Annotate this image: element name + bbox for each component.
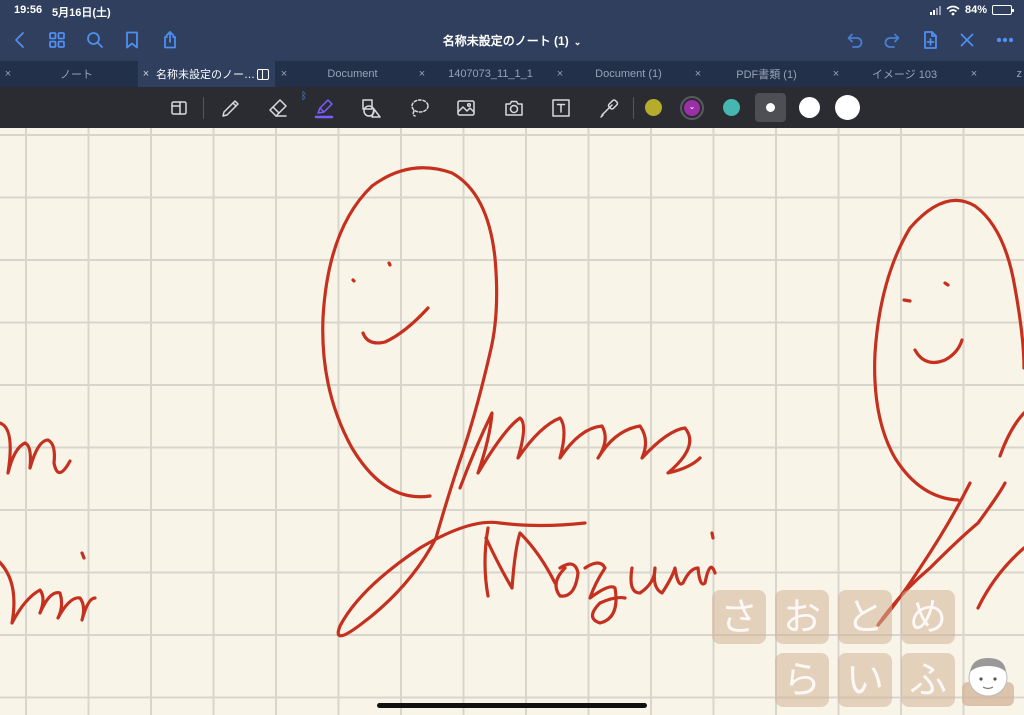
tab-close-icon[interactable]: × xyxy=(966,68,982,80)
tab-close-icon[interactable]: × xyxy=(552,68,568,80)
watermark-char: お xyxy=(775,590,829,644)
tab-label: Document (1) xyxy=(595,68,662,80)
tab-untitled-note[interactable]: × 名称未設定のノー… xyxy=(138,61,275,87)
tab-close-icon[interactable]: × xyxy=(138,68,154,80)
tab-label: PDF書類 (1) xyxy=(736,69,797,81)
bookmark-icon[interactable] xyxy=(120,28,144,52)
share-icon[interactable] xyxy=(158,28,182,52)
tab-note[interactable]: × ノート xyxy=(0,61,137,87)
battery-percent: 84% xyxy=(964,4,987,16)
color-swatch-olive[interactable] xyxy=(645,99,662,116)
tab-label: イメージ 103 xyxy=(871,69,938,81)
back-icon[interactable] xyxy=(8,28,32,52)
highlighter-icon[interactable] xyxy=(311,95,337,121)
image-icon[interactable] xyxy=(453,95,479,121)
tab-document[interactable]: × Document xyxy=(276,61,413,87)
page-view-icon[interactable] xyxy=(166,95,192,121)
text-icon[interactable] xyxy=(548,95,574,121)
tab-pdf[interactable]: × PDF書類 (1) xyxy=(690,61,827,87)
tab-bar: × ノート × 名称未設定のノー… × Document × 1407073_1… xyxy=(0,61,1024,87)
more-icon[interactable] xyxy=(993,28,1017,52)
document-title-container: 名称未設定のノート (1) ⌄ xyxy=(0,32,1024,49)
color-swatch-teal[interactable] xyxy=(723,99,740,116)
undo-icon[interactable] xyxy=(843,28,867,52)
tab-document-1[interactable]: × Document (1) xyxy=(552,61,689,87)
tab-label: z xyxy=(1016,68,1023,80)
tab-close-icon[interactable]: × xyxy=(414,68,430,80)
tab-image-103[interactable]: × イメージ 103 xyxy=(828,61,965,87)
close-icon[interactable] xyxy=(955,28,979,52)
redo-icon[interactable] xyxy=(880,28,904,52)
app-root: { "status": { "time": "19:56", "date": "… xyxy=(0,0,1024,715)
navigation-bar: 19:56 5月16日(土) 84% 名称未設定のノート (1) ⌄ xyxy=(0,0,1024,61)
wifi-icon xyxy=(946,5,960,15)
cellular-signal-icon xyxy=(929,5,941,15)
shapes-icon[interactable] xyxy=(358,95,384,121)
drawing-toolbar: ᛒ ⌄ xyxy=(0,87,1024,128)
tab-label: ノート xyxy=(60,69,93,81)
watermark-char: と xyxy=(838,590,892,644)
pen-icon[interactable] xyxy=(217,95,243,121)
split-view-icon[interactable] xyxy=(257,68,269,80)
tab-z[interactable]: × z xyxy=(966,61,1024,87)
tab-1407073[interactable]: × 1407073_11_1_1 xyxy=(414,61,551,87)
eraser-icon[interactable] xyxy=(265,95,291,121)
grid-icon[interactable] xyxy=(45,28,69,52)
watermark-char: い xyxy=(838,653,892,707)
tab-label: 名称未設定のノー… xyxy=(156,69,255,81)
watermark-char: め xyxy=(901,590,955,644)
color-swatch-purple[interactable]: ⌄ xyxy=(684,100,700,116)
home-indicator[interactable] xyxy=(377,703,647,708)
status-indicators: 84% xyxy=(929,4,1014,16)
tab-label: Document xyxy=(327,68,378,80)
laser-pointer-icon[interactable] xyxy=(596,95,622,121)
avatar-icon xyxy=(962,658,1014,706)
status-time: 19:56 xyxy=(14,4,43,16)
stroke-width-selected[interactable] xyxy=(755,93,786,122)
watermark-char: さ xyxy=(712,590,766,644)
search-icon[interactable] xyxy=(83,28,107,52)
battery-icon xyxy=(992,5,1014,15)
tab-close-icon[interactable]: × xyxy=(276,68,292,80)
toolbar-divider xyxy=(203,97,204,119)
chevron-down-icon[interactable]: ⌄ xyxy=(574,37,582,47)
tab-label: 1407073_11_1_1 xyxy=(448,68,533,80)
stroke-width-medium[interactable] xyxy=(799,97,820,118)
bluetooth-icon: ᛒ xyxy=(301,91,307,102)
tab-close-icon[interactable]: × xyxy=(690,68,706,80)
status-date: 5月16日(土) xyxy=(52,7,111,19)
center-face-signature xyxy=(321,166,717,638)
tab-close-icon[interactable]: × xyxy=(828,68,844,80)
left-partial-signature xyxy=(0,421,97,625)
add-page-icon[interactable] xyxy=(918,28,942,52)
right-face-signature xyxy=(873,198,1024,627)
color-swatch-selected-ring[interactable]: ⌄ xyxy=(680,96,704,120)
stroke-width-small xyxy=(766,103,775,112)
stroke-width-large[interactable] xyxy=(835,95,860,120)
toolbar-divider xyxy=(633,97,634,119)
watermark-char: ふ xyxy=(901,653,955,707)
watermark-char: ら xyxy=(775,653,829,707)
tab-close-icon[interactable]: × xyxy=(0,68,16,80)
lasso-icon[interactable] xyxy=(406,95,432,121)
document-title[interactable]: 名称未設定のノート (1) xyxy=(443,34,569,48)
camera-icon[interactable] xyxy=(501,95,527,121)
